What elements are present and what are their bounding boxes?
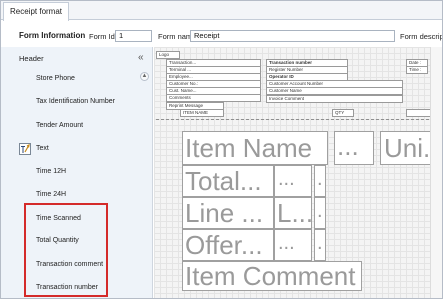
form-id-field[interactable]: 1 xyxy=(115,30,152,42)
total-quantity-field[interactable]: ... xyxy=(274,165,312,197)
receipt-design-canvas[interactable]: Logo Transaction... Terminal ... Employe… xyxy=(154,47,442,298)
item-name-header[interactable]: ITEM NAME xyxy=(180,109,224,117)
offer-amount-field[interactable]: . xyxy=(314,229,326,261)
field-list-panel: Header « ▲ Store Phone Tax Identificatio… xyxy=(1,47,153,298)
form-description-label: Form descript xyxy=(400,32,443,41)
customer-name-header-field[interactable]: Customer Name xyxy=(266,87,403,95)
field-item-time-24h[interactable]: Time 24H xyxy=(36,191,66,198)
total-amount-field[interactable]: . xyxy=(314,165,326,197)
field-item-tender-amount[interactable]: Tender Amount xyxy=(36,122,83,129)
text-tool-icon xyxy=(19,143,31,155)
offer-quantity-field[interactable]: ... xyxy=(274,229,312,261)
invoice-comment-field[interactable]: Invoice Comment xyxy=(266,95,403,103)
comments-field[interactable]: Comments xyxy=(166,94,261,102)
time-field[interactable]: Time : xyxy=(406,66,428,74)
field-item-store-phone[interactable]: Store Phone xyxy=(36,75,75,82)
line-quantity-field[interactable]: L... xyxy=(274,197,312,229)
field-item-tax-id[interactable]: Tax Identification Number xyxy=(36,98,115,105)
item-name-field[interactable]: Item Name xyxy=(182,131,328,165)
field-item-time-12h[interactable]: Time 12H xyxy=(36,168,66,175)
canvas-scrollbar[interactable] xyxy=(430,47,442,298)
line-amount-field[interactable]: . xyxy=(314,197,326,229)
form-id-label: Form Id xyxy=(89,32,115,41)
highlight-box xyxy=(24,203,108,297)
item-quantity-field[interactable]: ... xyxy=(334,131,374,165)
separator-line xyxy=(156,119,442,120)
line-field[interactable]: Line ... xyxy=(182,197,274,229)
field-item-text[interactable]: Text xyxy=(36,145,49,152)
form-information-title: Form Information xyxy=(19,31,86,40)
qty-header[interactable]: QTY xyxy=(332,109,354,117)
tab-receipt-format[interactable]: Receipt format xyxy=(3,2,70,21)
offer-field[interactable]: Offer... xyxy=(182,229,274,261)
tab-strip: Receipt format xyxy=(1,1,442,21)
collapse-icon[interactable]: « xyxy=(138,52,144,63)
logo-field[interactable]: Logo xyxy=(156,51,180,59)
form-name-field[interactable]: Receipt xyxy=(190,30,395,42)
form-information-bar: Form Information Form Id 1 Form name Rec… xyxy=(1,26,443,46)
total-field[interactable]: Total... xyxy=(182,165,274,197)
receipt-format-window: Receipt format Form Information Form Id … xyxy=(0,0,443,299)
item-comment-field[interactable]: Item Comment xyxy=(182,261,362,291)
header-group-title: Header xyxy=(19,54,44,63)
scroll-up-icon[interactable]: ▲ xyxy=(140,72,149,81)
